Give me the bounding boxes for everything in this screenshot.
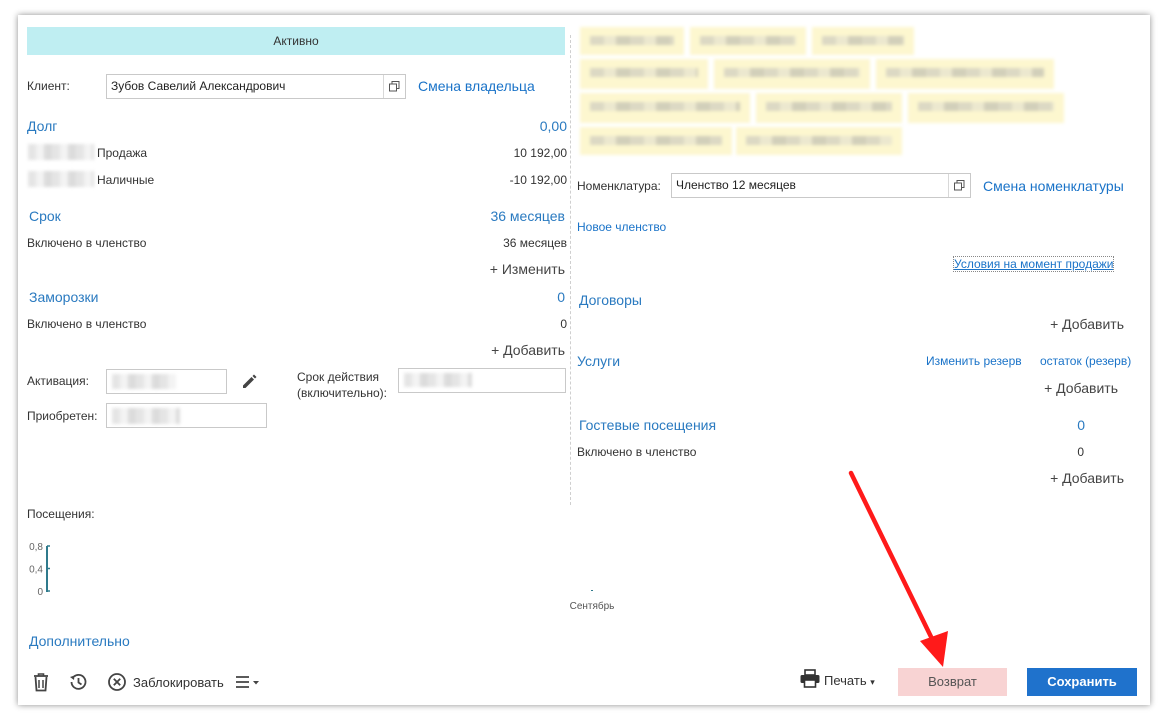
guest-visits-total[interactable]: 0 (1018, 417, 1085, 433)
printer-icon[interactable] (798, 668, 822, 690)
pencil-icon[interactable] (239, 370, 261, 392)
freezes-total[interactable]: 0 (465, 289, 565, 305)
debt-row-label: Наличные (97, 173, 155, 187)
activation-date-blurred (112, 374, 176, 389)
services-title[interactable]: Услуги (577, 353, 620, 369)
open-form-icon[interactable] (383, 75, 405, 98)
new-membership-link[interactable]: Новое членство (577, 220, 666, 234)
debt-row-date-blurred (28, 171, 94, 187)
validity-date-blurred (404, 373, 472, 387)
term-row-label: Включено в членство (27, 236, 147, 250)
blurred-chip (580, 59, 708, 89)
contracts-add-button[interactable]: + Добавить (1018, 316, 1124, 332)
term-total[interactable]: 36 месяцев (435, 208, 565, 224)
print-button-label: Печать (824, 673, 867, 688)
visits-chart: 0,8 0,4 0 Сентябрь (29, 542, 615, 612)
debt-total[interactable]: 0,00 (467, 118, 567, 134)
term-change-button[interactable]: + Изменить (447, 261, 565, 277)
blurred-chip (756, 93, 902, 123)
acquired-date-field[interactable] (106, 403, 267, 428)
blurred-chip (812, 27, 914, 55)
nomenclature-value: Членство 12 месяцев (676, 178, 796, 192)
block-icon[interactable] (106, 671, 128, 693)
validity-date-field[interactable] (398, 368, 566, 393)
debt-title[interactable]: Долг (27, 118, 57, 134)
debt-row-value: -10 192,00 (509, 173, 567, 187)
block-button-label[interactable]: Заблокировать (133, 675, 224, 690)
freezes-add-button[interactable]: + Добавить (447, 342, 565, 358)
chart-y-tick-label: 0,8 (29, 542, 43, 553)
debt-row-value: 10 192,00 (513, 146, 567, 160)
change-nomenclature-link[interactable]: Смена номенклатуры (983, 178, 1124, 194)
validity-label-line: Срок действия (297, 370, 380, 384)
nomenclature-field[interactable]: Членство 12 месяцев (671, 173, 971, 198)
acquired-label: Приобретен: (27, 409, 98, 423)
blurred-chip (580, 127, 732, 155)
validity-label: Срок действия (включительно): (297, 369, 387, 401)
change-reserve-link[interactable]: Изменить резерв (926, 354, 1022, 368)
activation-date-field[interactable] (106, 369, 227, 394)
open-form-icon[interactable] (948, 174, 970, 197)
freezes-row-value: 0 (560, 317, 567, 331)
column-divider (570, 35, 571, 505)
blurred-chip (714, 59, 870, 89)
client-value: Зубов Савелий Александрович (111, 79, 286, 93)
blurred-chip (580, 93, 750, 123)
membership-window: Активно Клиент: Зубов Савелий Александро… (18, 15, 1150, 705)
guest-visits-row-value: 0 (1077, 445, 1084, 459)
visits-label: Посещения: (27, 507, 95, 521)
activation-label: Активация: (27, 374, 89, 388)
blurred-chip (580, 27, 684, 55)
annotation-arrow (848, 470, 948, 667)
guest-visits-title[interactable]: Гостевые посещения (579, 417, 716, 433)
blurred-chip (690, 27, 806, 55)
debt-row-date-blurred (28, 144, 94, 160)
services-add-button[interactable]: + Добавить (1012, 380, 1118, 396)
menu-icon[interactable] (234, 671, 264, 693)
change-owner-link[interactable]: Смена владельца (418, 78, 535, 94)
freezes-row-label: Включено в членство (27, 317, 147, 331)
chevron-down-icon: ▾ (870, 677, 875, 687)
validity-label-line: (включительно): (297, 386, 387, 400)
term-title[interactable]: Срок (29, 208, 61, 224)
guest-visits-add-button[interactable]: + Добавить (1018, 470, 1124, 486)
chart-x-tick-label: Сентябрь (570, 600, 615, 612)
chart-y-tick-label: 0,4 (29, 565, 43, 576)
blurred-chip (876, 59, 1054, 89)
term-row-value: 36 месяцев (503, 236, 567, 250)
acquired-date-blurred (112, 408, 180, 424)
blurred-chip (736, 127, 902, 155)
print-button[interactable]: Печать ▾ (824, 673, 875, 688)
balance-reserve-link[interactable]: остаток (резерв) (1040, 354, 1131, 368)
blurred-chip (908, 93, 1064, 123)
guest-visits-row-label: Включено в членство (577, 445, 697, 459)
status-bar: Активно (27, 27, 565, 55)
contracts-title[interactable]: Договоры (579, 292, 642, 308)
client-field[interactable]: Зубов Савелий Александрович (106, 74, 406, 99)
client-label: Клиент: (27, 79, 70, 93)
chart-y-tick-label: 0 (37, 587, 43, 598)
conditions-link[interactable]: Условия на момент продажи (952, 256, 1115, 272)
debt-row-label: Продажа (97, 146, 148, 160)
trash-icon[interactable] (30, 671, 52, 693)
save-button[interactable]: Сохранить (1027, 668, 1137, 696)
additional-link[interactable]: Дополнительно (29, 633, 130, 649)
freezes-title[interactable]: Заморозки (29, 289, 98, 305)
nomenclature-label: Номенклатура: (577, 179, 661, 193)
history-icon[interactable] (67, 671, 89, 693)
